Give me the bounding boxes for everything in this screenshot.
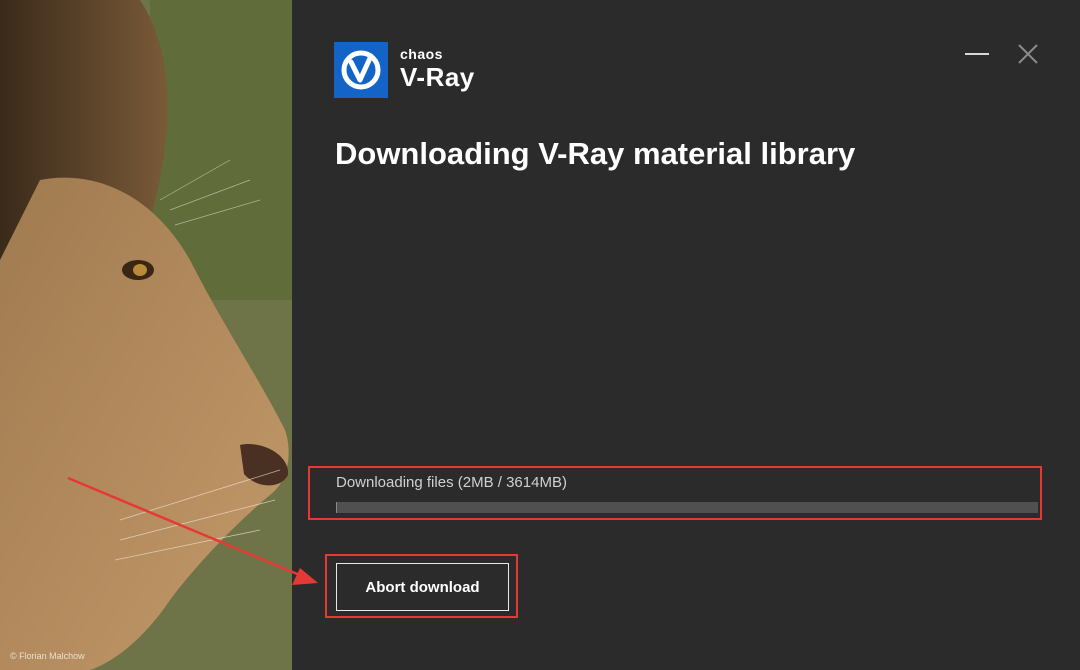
progress-bar xyxy=(336,502,1038,513)
abort-download-button[interactable]: Abort download xyxy=(336,563,509,611)
brand-company: chaos xyxy=(400,46,443,62)
vray-logo-icon xyxy=(334,42,388,98)
vray-logo: chaos V-Ray xyxy=(334,42,484,102)
background-photo: © Florian Malchow xyxy=(0,0,292,670)
installer-dialog: chaos V-Ray Downloading V-Ray material l… xyxy=(292,0,1080,670)
minimize-icon[interactable] xyxy=(964,42,990,64)
brand-product: V-Ray xyxy=(400,62,475,92)
abort-highlight: Abort download xyxy=(325,554,518,618)
progress-section: Downloading files (2MB / 3614MB) xyxy=(308,466,1042,520)
photo-credit: © Florian Malchow xyxy=(10,651,85,661)
lion-photo xyxy=(0,0,292,670)
progress-label: Downloading files (2MB / 3614MB) xyxy=(336,474,567,491)
close-icon[interactable] xyxy=(1016,42,1040,66)
dialog-title: Downloading V-Ray material library xyxy=(335,136,856,171)
